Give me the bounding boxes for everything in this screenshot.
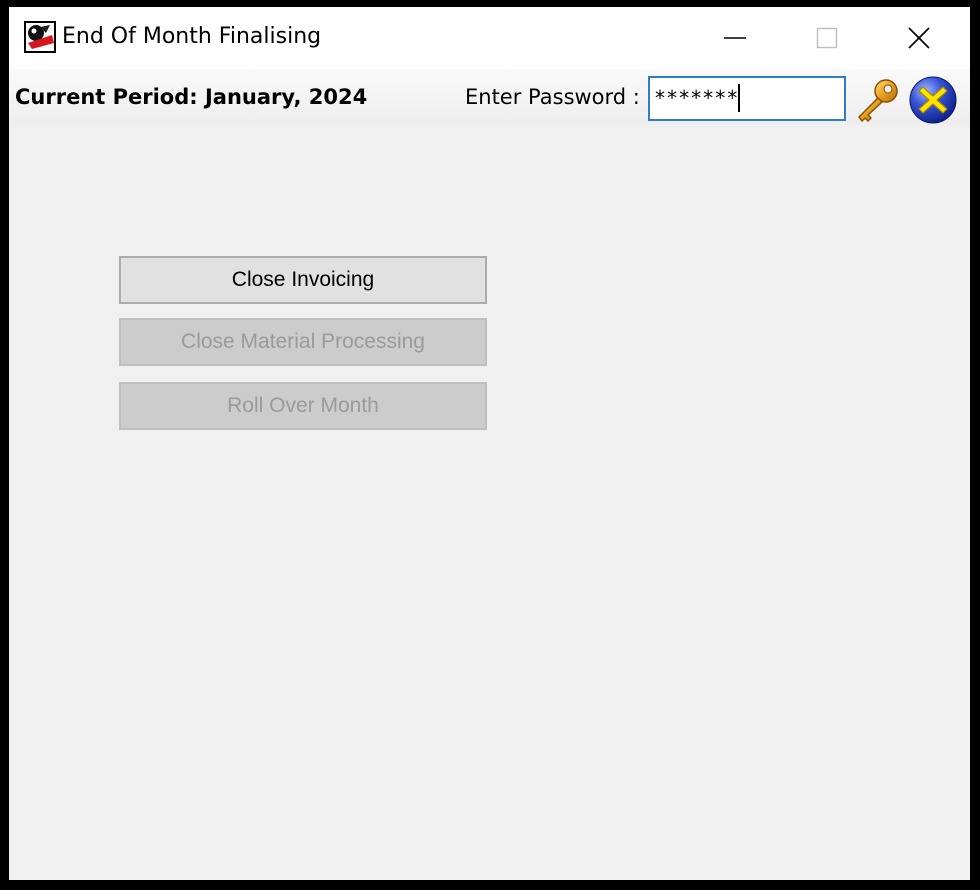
maximize-icon	[816, 27, 838, 49]
password-label: Enter Password :	[465, 85, 640, 109]
close-window-button[interactable]	[873, 7, 965, 69]
close-material-processing-button[interactable]: Close Material Processing	[119, 318, 487, 366]
minimize-button[interactable]	[689, 7, 781, 69]
roll-over-month-button[interactable]: Roll Over Month	[119, 382, 487, 430]
text-caret	[738, 83, 741, 112]
password-value: *******	[654, 86, 739, 110]
key-icon[interactable]	[852, 76, 902, 126]
minimize-icon	[724, 37, 746, 39]
end-of-month-window: End Of Month Finalising Current Period: …	[9, 7, 970, 880]
password-input[interactable]: *******	[648, 76, 846, 121]
title-bar[interactable]: End Of Month Finalising	[9, 7, 970, 69]
cancel-x-icon[interactable]	[908, 75, 958, 125]
close-icon	[908, 27, 930, 49]
current-period-label: Current Period: January, 2024	[15, 85, 368, 109]
app-logo-icon	[24, 21, 56, 53]
window-title: End Of Month Finalising	[62, 24, 322, 49]
toolbar: Current Period: January, 2024 Enter Pass…	[9, 69, 970, 129]
maximize-button[interactable]	[781, 7, 873, 69]
close-invoicing-button[interactable]: Close Invoicing	[119, 256, 487, 304]
